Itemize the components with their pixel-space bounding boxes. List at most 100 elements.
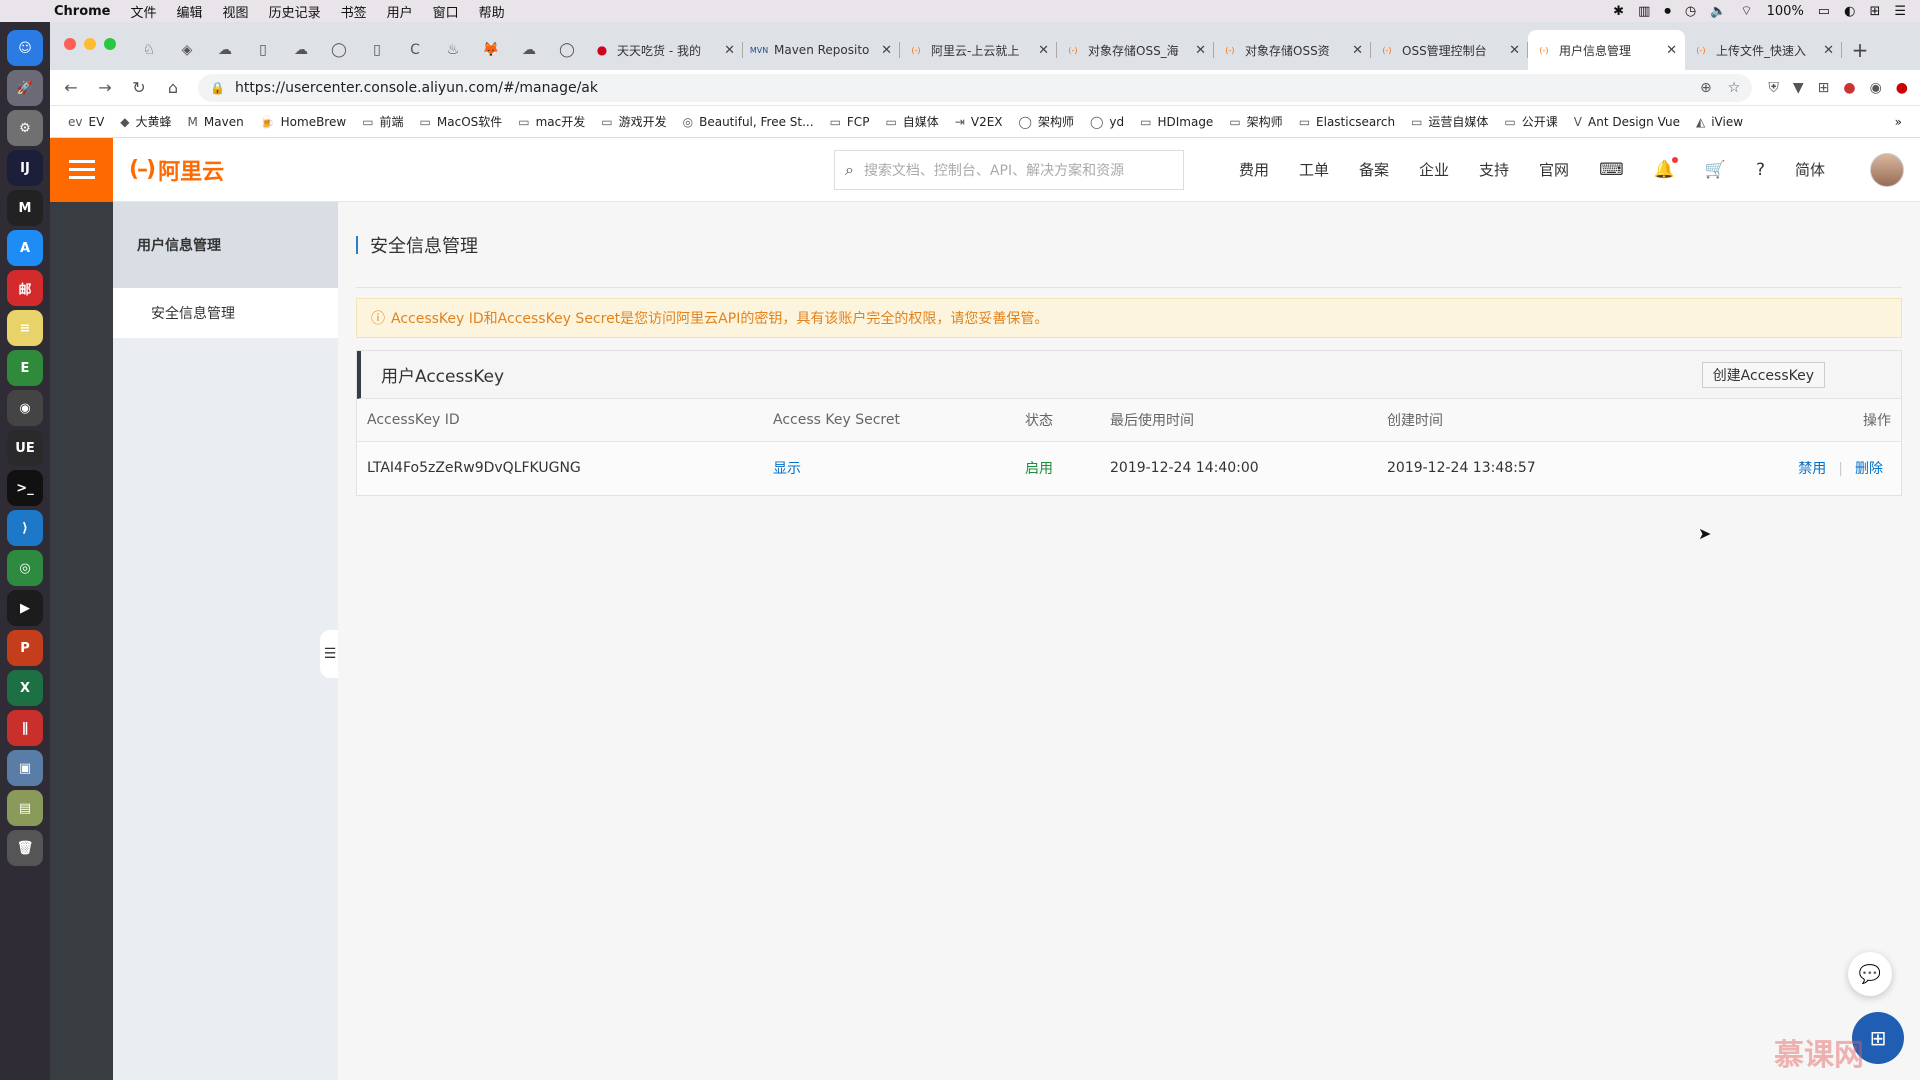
browser-tab[interactable]: (-) 阿里云-上云就上 ✕ [900, 30, 1057, 70]
dock-dvd-player-icon[interactable]: ◉ [7, 390, 43, 426]
browser-tab[interactable]: MVN Maven Reposito ✕ [743, 30, 900, 70]
bookmark-item[interactable]: ▭ mac开发 [510, 113, 593, 130]
bookmark-item[interactable]: ▭ 自媒体 [877, 113, 946, 130]
zoom-window-button[interactable] [104, 38, 116, 50]
pinned-tab-1[interactable]: ◈ [168, 30, 206, 70]
screen-record-icon[interactable]: ⏺ [1664, 4, 1671, 19]
browser-tab[interactable]: (-) 对象存储OSS资 ✕ [1214, 30, 1371, 70]
vue-devtools-icon[interactable]: ▼ [1793, 80, 1804, 96]
nav-link-billing[interactable]: 费用 [1224, 159, 1284, 180]
cart-icon[interactable]: 🛒 [1690, 160, 1741, 180]
create-accesskey-button[interactable]: 创建AccessKey [1701, 361, 1825, 388]
dock-ultraedit-icon[interactable]: UE [7, 430, 43, 466]
battery-icon[interactable]: ▭ [1818, 4, 1830, 19]
browser-tab[interactable]: ● 天天吃货 - 我的 ✕ [586, 30, 743, 70]
bookmark-item[interactable]: ▭ 游戏开发 [593, 113, 674, 130]
dock-parallels-icon[interactable]: ∥ [7, 710, 43, 746]
pinned-tab-9[interactable]: 🦊 [472, 30, 510, 70]
clock-icon[interactable]: ◷ [1685, 4, 1696, 19]
console-search-input[interactable]: ⌕ 搜索文档、控制台、API、解决方案和资源 [833, 149, 1184, 190]
bookmark-item[interactable]: ⇥ V2EX [947, 115, 1011, 129]
notification-bell-icon[interactable]: 🔔 [1639, 156, 1690, 180]
dock-mail-163-icon[interactable]: 邮 [7, 270, 43, 306]
pinned-tab-7[interactable]: C [396, 30, 434, 70]
dock-trash-icon[interactable]: 🗑 [7, 830, 43, 866]
dock-excel-icon[interactable]: X [7, 670, 43, 706]
bookmark-item[interactable]: ▭ HDImage [1132, 115, 1221, 129]
dock-archive-icon[interactable]: ▤ [7, 790, 43, 826]
more-bookmarks-icon[interactable]: » [1887, 115, 1910, 129]
tab-close-icon[interactable]: ✕ [724, 43, 735, 58]
nav-link-support[interactable]: 支持 [1464, 159, 1524, 180]
back-icon[interactable]: ← [62, 78, 80, 97]
dock-preview-icon[interactable]: ▣ [7, 750, 43, 786]
menu-view[interactable]: 视图 [213, 2, 259, 21]
bookmark-item[interactable]: ▭ MacOS软件 [412, 113, 511, 130]
dock-stickies-icon[interactable]: ≡ [7, 310, 43, 346]
forward-icon[interactable]: → [96, 78, 114, 97]
reload-icon[interactable]: ↻ [130, 78, 148, 97]
tab-close-icon[interactable]: ✕ [1823, 43, 1834, 58]
pinned-tab-3[interactable]: ▯ [244, 30, 282, 70]
menu-history[interactable]: 历史记录 [259, 2, 331, 21]
nav-link-tickets[interactable]: 工单 [1284, 159, 1344, 180]
dock-quicktime-icon[interactable]: ▶ [7, 590, 43, 626]
shield-icon[interactable]: ⛨ [1768, 80, 1779, 96]
sidebar-item-security-info[interactable]: 安全信息管理 [113, 288, 338, 338]
bookmark-item[interactable]: ◯ 架构师 [1011, 113, 1082, 130]
menu-window[interactable]: 窗口 [423, 2, 469, 21]
bookmark-item[interactable]: V Ant Design Vue [1566, 115, 1688, 129]
bookmark-item[interactable]: ◭ iView [1688, 115, 1751, 129]
close-window-button[interactable] [64, 38, 76, 50]
language-switch[interactable]: 简体 [1780, 159, 1840, 180]
menu-edit[interactable]: 编辑 [167, 2, 213, 21]
dock-monitor-icon[interactable]: M [7, 190, 43, 226]
bookmark-item[interactable]: ▭ 架构师 [1221, 113, 1290, 130]
dock-intellij-icon[interactable]: IJ [7, 150, 43, 186]
sidebar-collapse-icon[interactable]: ☰ [320, 630, 340, 678]
hamburger-menu-icon[interactable] [50, 137, 113, 202]
nav-link-enterprise[interactable]: 企业 [1404, 159, 1464, 180]
battery-label[interactable]: 100% [1767, 4, 1804, 19]
bug-icon[interactable]: ✱ [1613, 4, 1624, 19]
bookmark-item[interactable]: ev EV [60, 115, 112, 129]
sidebar-section-title[interactable]: 用户信息管理 [113, 202, 338, 288]
profile-icon[interactable]: ◉ [1870, 80, 1882, 96]
bookmark-item[interactable]: 🍺 HomeBrew [252, 115, 355, 129]
bookmark-item[interactable]: ◆ 大黄蜂 [112, 113, 179, 130]
show-secret-link[interactable]: 显示 [773, 461, 801, 477]
pinned-tab-11[interactable]: ◯ [548, 30, 586, 70]
volume-icon[interactable]: 🔈 [1710, 4, 1726, 19]
pinned-tab-8[interactable]: ♨ [434, 30, 472, 70]
extension-icon[interactable]: ⊞ [1818, 80, 1830, 96]
notification-center-icon[interactable]: ☰ [1894, 4, 1906, 19]
bookmark-item[interactable]: ▭ 运营自媒体 [1403, 113, 1496, 130]
menu-bookmarks[interactable]: 书签 [331, 2, 377, 21]
browser-tab[interactable]: (-) OSS管理控制台 ✕ [1371, 30, 1528, 70]
tab-close-icon[interactable]: ✕ [1666, 43, 1677, 58]
siri-icon[interactable]: ◐ [1844, 4, 1855, 19]
bookmark-item[interactable]: ▭ 公开课 [1496, 113, 1565, 130]
dock-finder-icon[interactable]: ☺ [7, 30, 43, 66]
pinned-tab-0[interactable]: ♘ [130, 30, 168, 70]
browser-tab[interactable]: (-) 用户信息管理 ✕ [1528, 30, 1685, 70]
dock-terminal-icon[interactable]: >_ [7, 470, 43, 506]
aliyun-logo[interactable]: (–) 阿里云 [129, 154, 224, 186]
menu-icon[interactable]: ● [1896, 80, 1908, 96]
app-menu-chrome[interactable]: Chrome [44, 4, 121, 19]
bookmark-item[interactable]: ▭ 前端 [354, 113, 411, 130]
dock-chrome-icon[interactable]: ◎ [7, 550, 43, 586]
dock-system-preferences-icon[interactable]: ⚙ [7, 110, 43, 146]
bookmark-item[interactable]: ◎ Beautiful, Free St... [675, 115, 822, 129]
pinned-tab-2[interactable]: ☁ [206, 30, 244, 70]
chat-icon[interactable]: 💬 [1848, 952, 1892, 996]
help-icon[interactable]: ? [1741, 160, 1780, 180]
tab-close-icon[interactable]: ✕ [1352, 43, 1363, 58]
menu-user[interactable]: 用户 [377, 2, 423, 21]
layout-icon[interactable]: ▥ [1638, 4, 1650, 19]
lock-icon[interactable]: 🔒 [210, 81, 225, 95]
browser-tab[interactable]: (-) 对象存储OSS_海 ✕ [1057, 30, 1214, 70]
pinned-tab-5[interactable]: ◯ [320, 30, 358, 70]
tab-close-icon[interactable]: ✕ [881, 43, 892, 58]
bookmark-star-icon[interactable]: ☆ [1728, 80, 1741, 96]
